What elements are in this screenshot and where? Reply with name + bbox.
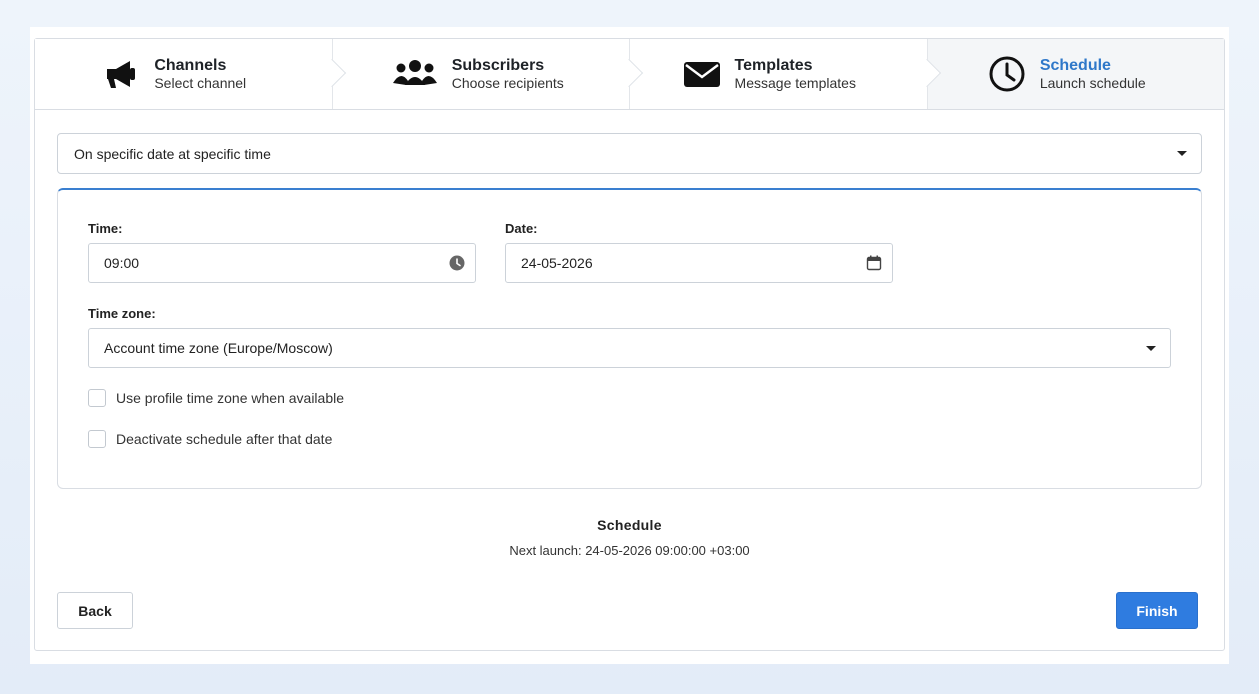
wizard-card: Channels Select channel Subscribers Choo…	[34, 38, 1225, 651]
time-value: 09:00	[104, 255, 140, 271]
schedule-summary-title: Schedule	[597, 517, 662, 533]
schedule-type-value: On specific date at specific time	[74, 145, 271, 162]
caret-down-icon	[1177, 151, 1187, 156]
page-frame: Channels Select channel Subscribers Choo…	[30, 27, 1229, 664]
megaphone-icon	[102, 55, 140, 93]
finish-button[interactable]: Finish	[1116, 592, 1198, 629]
schedule-type-select[interactable]: On specific date at specific time	[57, 133, 1202, 174]
checkbox-label: Deactivate schedule after that date	[116, 431, 333, 447]
date-label: Date:	[505, 221, 538, 236]
checkbox-label: Use profile time zone when available	[116, 390, 345, 406]
schedule-settings-panel: Time: 09:00 Date: 24-05-2026 Time zone: …	[57, 188, 1202, 489]
clock-icon	[988, 55, 1026, 93]
deactivate-schedule-option[interactable]: Deactivate schedule after that date	[88, 430, 332, 448]
calendar-icon[interactable]	[866, 255, 882, 271]
use-profile-timezone-checkbox[interactable]	[88, 389, 106, 407]
back-button[interactable]: Back	[57, 592, 133, 629]
time-input[interactable]: 09:00	[88, 243, 476, 283]
users-icon	[392, 55, 438, 93]
step-templates[interactable]: Templates Message templates	[629, 39, 941, 109]
deactivate-schedule-checkbox[interactable]	[88, 430, 106, 448]
clock-icon[interactable]	[449, 255, 465, 271]
step-subtitle: Launch schedule	[1039, 75, 1146, 92]
step-subtitle: Select channel	[154, 75, 247, 92]
step-title: Channels	[154, 56, 227, 74]
step-channels[interactable]: Channels Select channel	[35, 39, 346, 109]
step-title: Subscribers	[451, 56, 545, 74]
step-subtitle: Message templates	[734, 75, 856, 92]
step-subscribers[interactable]: Subscribers Choose recipients	[331, 39, 644, 109]
timezone-value: Account time zone (Europe/Moscow)	[104, 340, 333, 356]
date-value: 24-05-2026	[521, 255, 593, 271]
time-label: Time:	[88, 221, 123, 236]
step-subtitle: Choose recipients	[451, 75, 564, 92]
wizard-steps: Channels Select channel Subscribers Choo…	[35, 39, 1224, 110]
caret-down-icon	[1146, 346, 1156, 351]
timezone-label: Time zone:	[88, 306, 156, 321]
date-input[interactable]: 24-05-2026	[505, 243, 893, 283]
use-profile-timezone-option[interactable]: Use profile time zone when available	[88, 389, 344, 407]
step-title: Schedule	[1039, 56, 1111, 74]
envelope-icon	[683, 55, 721, 93]
next-launch-text: Next launch: 24-05-2026 09:00:00 +03:00	[509, 543, 750, 558]
step-title: Templates	[734, 56, 813, 74]
step-schedule[interactable]: Schedule Launch schedule	[926, 39, 1224, 109]
timezone-select[interactable]: Account time zone (Europe/Moscow)	[88, 328, 1171, 368]
